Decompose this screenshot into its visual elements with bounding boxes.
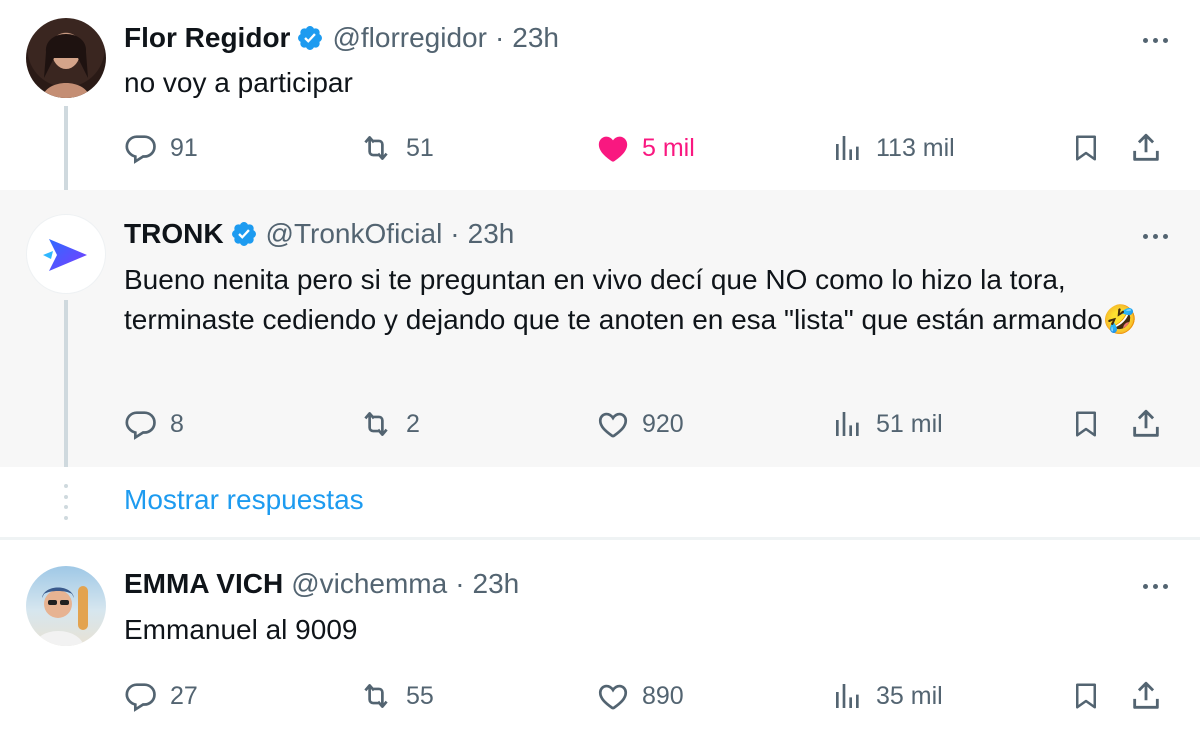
show-replies-link[interactable]: Mostrar respuestas [124, 484, 364, 516]
handle[interactable]: @TronkOficial [266, 217, 443, 251]
reply-button[interactable]: 91 [124, 128, 198, 168]
avatar-image [34, 586, 88, 646]
like-button[interactable]: 5 mil [596, 128, 695, 168]
views-count: 113 mil [876, 133, 955, 162]
handle[interactable]: @vichemma [291, 567, 447, 601]
tronk-logo-icon [43, 239, 87, 271]
tweet-tronk[interactable]: TRONK @TronkOficial · 23h Bueno nenita p… [0, 190, 1200, 467]
thread-dots [64, 484, 68, 520]
more-icon[interactable] [1138, 226, 1172, 246]
more-icon[interactable] [1138, 576, 1172, 596]
reply-count: 91 [170, 133, 198, 162]
tweet-emma-vich[interactable]: EMMA VICH @vichemma · 23h Emmanuel al 90… [0, 540, 1200, 739]
avatar-image [42, 34, 90, 98]
separator-dot: · [494, 22, 505, 53]
bookmark-button[interactable] [1068, 676, 1104, 716]
tweet-text: Emmanuel al 9009 [124, 614, 358, 645]
avatar-tronk[interactable] [26, 214, 106, 294]
views-count: 51 mil [876, 409, 943, 438]
timestamp[interactable]: 23h [512, 21, 559, 55]
retweet-icon [364, 412, 388, 436]
like-icon [598, 136, 628, 162]
like-icon [598, 684, 628, 710]
retweet-count: 51 [406, 133, 434, 162]
handle[interactable]: @florregidor [332, 21, 486, 55]
display-name[interactable]: TRONK [124, 217, 224, 251]
more-icon[interactable] [1138, 30, 1172, 50]
retweet-count: 55 [406, 681, 434, 710]
views-count: 35 mil [876, 681, 943, 710]
share-button[interactable] [1128, 128, 1164, 168]
separator-dot: · [455, 568, 465, 599]
like-count: 5 mil [642, 133, 695, 162]
timestamp[interactable]: 23h [473, 567, 520, 601]
share-icon [1133, 681, 1159, 709]
avatar-flor-regidor[interactable] [26, 18, 106, 98]
reply-count: 27 [170, 681, 198, 710]
separator-dot: · [450, 218, 460, 249]
views-button[interactable]: 35 mil [832, 676, 943, 716]
display-name[interactable]: Flor Regidor [124, 21, 290, 55]
bookmark-icon [1076, 683, 1096, 709]
share-icon [1133, 133, 1159, 161]
tweet-actions: 8 2 920 51 mil [0, 404, 1200, 444]
like-icon [598, 412, 628, 438]
verified-badge-icon [298, 26, 323, 50]
bookmark-button[interactable] [1068, 128, 1104, 168]
reply-count: 8 [170, 409, 184, 438]
verified-badge-icon [231, 222, 256, 246]
retweet-count: 2 [406, 409, 420, 438]
views-icon [836, 136, 859, 160]
bookmark-icon [1076, 135, 1096, 161]
retweet-icon [364, 136, 388, 160]
tweet-actions: 27 55 890 35 mil [0, 676, 1200, 716]
views-button[interactable]: 51 mil [832, 404, 943, 444]
retweet-button[interactable]: 51 [358, 128, 434, 168]
tweet-flor-regidor[interactable]: Flor Regidor @florregidor · 23h no voy a… [0, 0, 1200, 202]
retweet-icon [364, 684, 388, 708]
avatar-emma-vich[interactable] [26, 566, 106, 646]
reply-icon [125, 135, 156, 164]
like-count: 890 [642, 681, 684, 710]
timestamp[interactable]: 23h [468, 217, 515, 251]
views-icon [836, 684, 859, 708]
retweet-button[interactable]: 55 [358, 676, 434, 716]
tweet-actions: 91 51 5 mil 113 mil [0, 128, 1200, 168]
reply-icon [125, 683, 156, 712]
views-button[interactable]: 113 mil [832, 128, 955, 168]
bookmark-button[interactable] [1068, 404, 1104, 444]
like-count: 920 [642, 409, 684, 438]
like-button[interactable]: 890 [596, 676, 684, 716]
views-icon [836, 412, 859, 436]
retweet-button[interactable]: 2 [358, 404, 420, 444]
display-name[interactable]: EMMA VICH [124, 567, 283, 601]
bookmark-icon [1076, 411, 1096, 437]
share-button[interactable] [1128, 676, 1164, 716]
reply-button[interactable]: 27 [124, 676, 198, 716]
like-button[interactable]: 920 [596, 404, 684, 444]
tweet-text: Bueno nenita pero si te preguntan en viv… [124, 264, 1138, 335]
share-button[interactable] [1128, 404, 1164, 444]
share-icon [1133, 409, 1159, 437]
tweet-text: no voy a participar [124, 67, 353, 98]
reply-button[interactable]: 8 [124, 404, 184, 444]
reply-icon [125, 411, 156, 440]
